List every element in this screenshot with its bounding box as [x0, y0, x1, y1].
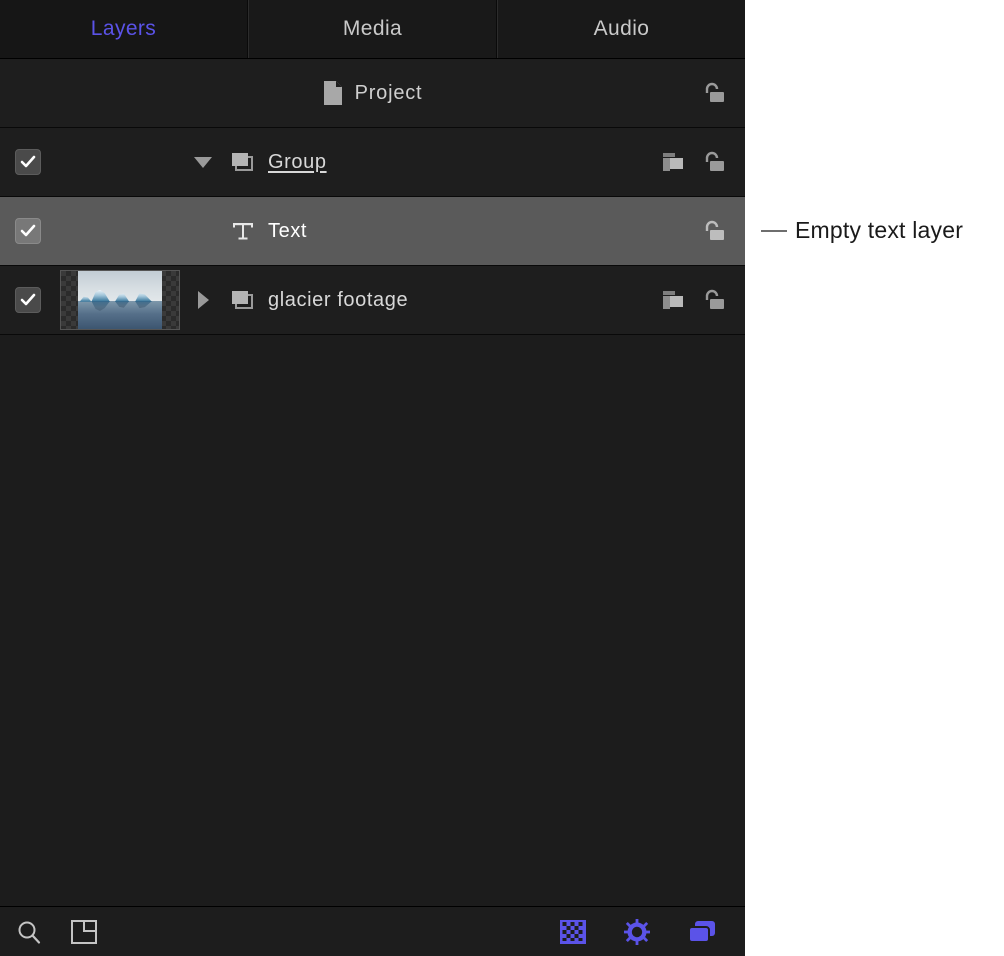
layer-row-group[interactable]: Group: [0, 128, 745, 197]
annotation-area: Empty text layer: [745, 0, 1004, 956]
callout-leader-line: [761, 230, 787, 232]
tab-audio-label: Audio: [594, 17, 650, 41]
glacier-row-controls: [631, 288, 745, 312]
unlock-icon[interactable]: [701, 219, 727, 243]
glacier-thumbnail: [60, 270, 180, 330]
project-row-controls: [631, 81, 745, 105]
layer-name-group[interactable]: Group: [264, 151, 631, 174]
document-icon: [323, 80, 343, 106]
tab-media[interactable]: Media: [248, 0, 497, 58]
glacier-visibility-cell: [0, 287, 56, 313]
tab-media-label: Media: [343, 17, 402, 41]
text-row-controls: [631, 219, 745, 243]
group-icon: [222, 287, 264, 313]
layer-row-text[interactable]: Text: [0, 197, 745, 266]
layers-bottom-toolbar: [0, 906, 745, 956]
project-row-label: Project: [355, 82, 423, 105]
unlock-icon[interactable]: [701, 81, 727, 105]
group-icon: [222, 149, 264, 175]
layer-name-text[interactable]: Text: [264, 220, 631, 243]
layer-list[interactable]: Project: [0, 59, 745, 906]
disclosure-triangle-glacier-footage[interactable]: [184, 291, 222, 309]
unlock-icon[interactable]: [701, 288, 727, 312]
text-t-icon: [222, 218, 264, 244]
search-icon[interactable]: [16, 919, 42, 945]
checkbox-group-visibility[interactable]: [15, 149, 41, 175]
gear-icon[interactable]: [623, 918, 651, 946]
group-visibility-cell: [0, 149, 56, 175]
callout-label-empty-text-layer: Empty text layer: [795, 217, 963, 244]
layer-size-icon[interactable]: [70, 918, 98, 946]
glacier-thumbnail-cell: [56, 270, 184, 330]
toolbar-left-group: [16, 918, 98, 946]
checkerboard-icon[interactable]: [559, 919, 587, 945]
tab-layers[interactable]: Layers: [0, 0, 248, 58]
layers-panel: Layers Media Audio Project: [0, 0, 745, 956]
checkbox-glacier-visibility[interactable]: [15, 287, 41, 313]
layer-row-project[interactable]: Project: [0, 59, 745, 128]
panel-tab-bar: Layers Media Audio: [0, 0, 745, 59]
layer-name-glacier-footage[interactable]: glacier footage: [264, 289, 631, 312]
checkbox-text-visibility[interactable]: [15, 218, 41, 244]
blend-mode-icon[interactable]: [661, 288, 687, 312]
unlock-icon[interactable]: [701, 150, 727, 174]
group-row-controls: [631, 150, 745, 174]
tab-layers-label: Layers: [91, 17, 156, 41]
blend-mode-icon[interactable]: [661, 150, 687, 174]
text-visibility-cell: [0, 218, 56, 244]
chevron-right-icon: [198, 291, 209, 309]
chevron-down-icon: [194, 157, 212, 168]
layer-row-glacier-footage[interactable]: glacier footage: [0, 266, 745, 335]
toolbar-right-group: [559, 918, 729, 946]
tab-audio[interactable]: Audio: [497, 0, 745, 58]
layers-stack-icon[interactable]: [687, 919, 717, 945]
glacier-thumbnail-image: [78, 271, 162, 329]
disclosure-triangle-group[interactable]: [184, 157, 222, 168]
